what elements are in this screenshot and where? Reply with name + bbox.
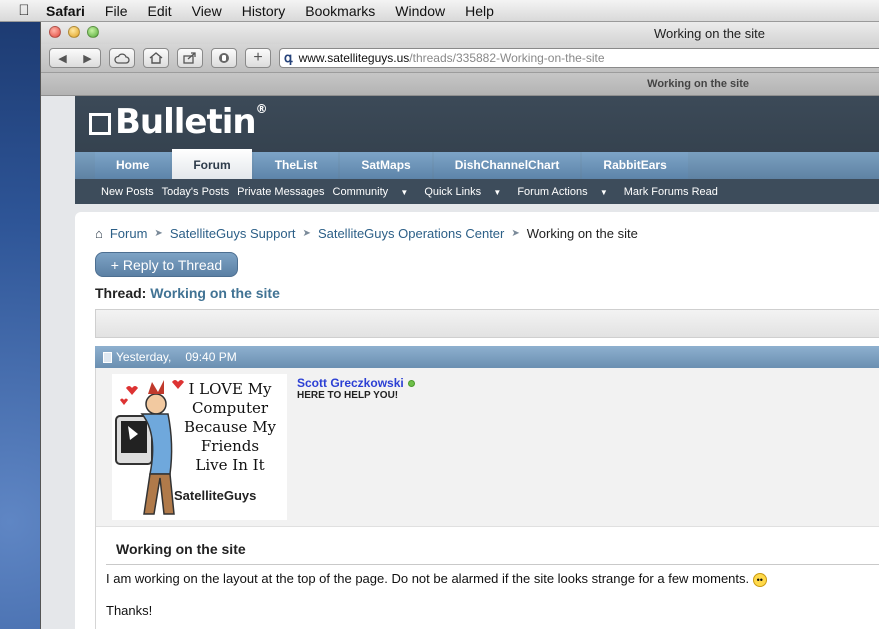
subnav-community[interactable]: Community ▼	[333, 186, 417, 198]
logo-check-icon	[89, 113, 111, 135]
online-status-icon	[407, 380, 415, 388]
sub-navigation: New Posts Today's Posts Private Messages…	[75, 179, 879, 204]
avatar-caption: I LOVE My Computer Because My Friends Li…	[183, 380, 277, 474]
tab-forum[interactable]: Forum	[172, 149, 252, 179]
tab-dishchannelchart[interactable]: DishChannelChart	[433, 152, 581, 179]
title-bar[interactable]: Working on the site	[41, 22, 879, 44]
menu-edit[interactable]: Edit	[147, 3, 171, 19]
nav-tabs: Home Forum TheList SatMaps DishChannelCh…	[95, 149, 690, 179]
apple-icon[interactable]: 	[14, 2, 34, 19]
vbulletin-logo[interactable]: Bulletin®	[89, 102, 268, 142]
forward-arrow-icon[interactable]: ▶	[83, 52, 91, 65]
back-forward-buttons[interactable]: ◀ ▶	[49, 48, 101, 68]
menu-app[interactable]: Safari	[46, 3, 85, 19]
browser-window: Working on the site ◀ ▶ + գ www.satellit…	[40, 22, 879, 629]
post-date: Yesterday,	[116, 350, 172, 364]
menu-window[interactable]: Window	[395, 3, 445, 19]
thread-tools-bar	[95, 309, 879, 338]
share-button[interactable]	[177, 48, 203, 68]
menu-bar:  Safari File Edit View History Bookmark…	[0, 0, 879, 22]
tab-thelist[interactable]: TheList	[253, 152, 339, 179]
new-tab-button[interactable]: +	[245, 48, 271, 68]
url-path: /threads/335882-Working-on-the-site	[409, 51, 605, 65]
cloud-icon	[114, 52, 130, 64]
breadcrumb-separator-icon: ➤	[154, 228, 163, 239]
post-header: Yesterday, 09:40 PM	[95, 346, 879, 368]
subnav-new-posts[interactable]: New Posts	[101, 186, 154, 198]
site-header: Bulletin® Home Forum TheList SatMaps Dis…	[75, 96, 879, 204]
chevron-down-icon: ▼	[491, 187, 502, 197]
post-thanks: Thanks!	[106, 603, 153, 618]
url-host: www.satelliteguys.us	[298, 51, 410, 65]
main-content: ⌂ Forum ➤ SatelliteGuys Support ➤ Satell…	[75, 212, 879, 629]
post-text: I am working on the layout at the top of…	[106, 571, 767, 587]
share-icon	[183, 52, 196, 64]
menu-view[interactable]: View	[192, 3, 222, 19]
adblock-button[interactable]	[211, 48, 237, 68]
smiley-icon: ••	[752, 572, 767, 587]
reply-to-thread-button[interactable]: + Reply to Thread	[95, 252, 238, 277]
avatar[interactable]: I LOVE My Computer Because My Friends Li…	[112, 374, 287, 520]
chevron-down-icon: ▼	[398, 187, 409, 197]
desktop-background	[0, 22, 40, 629]
chevron-down-icon: ▼	[597, 187, 608, 197]
menu-file[interactable]: File	[105, 3, 128, 19]
menu-help[interactable]: Help	[465, 3, 494, 19]
site-favicon-icon: գ	[284, 50, 293, 65]
subnav-mark-forums-read[interactable]: Mark Forums Read	[624, 186, 718, 198]
post-time: 09:40 PM	[185, 350, 237, 364]
home-icon	[149, 52, 163, 64]
icloud-button[interactable]	[109, 48, 135, 68]
window-title: Working on the site	[653, 26, 765, 41]
breadcrumb-forum[interactable]: Forum	[110, 226, 148, 241]
home-icon[interactable]: ⌂	[95, 226, 103, 241]
post-divider	[106, 564, 879, 565]
breadcrumb: ⌂ Forum ➤ SatelliteGuys Support ➤ Satell…	[95, 226, 638, 241]
post-username[interactable]: Scott Greczkowski	[297, 376, 415, 390]
tab-current[interactable]: Working on the site	[647, 78, 749, 90]
tab-home[interactable]: Home	[95, 152, 171, 179]
back-arrow-icon[interactable]: ◀	[58, 52, 66, 65]
tab-bar: Working on the site	[41, 72, 879, 96]
tab-rabbitears[interactable]: RabbitEars	[582, 152, 688, 179]
document-icon	[103, 351, 112, 363]
user-title: HERE TO HELP YOU!	[297, 390, 399, 401]
thread-title-link[interactable]: Working on the site	[150, 285, 280, 301]
avatar-brand: SatelliteGuys	[174, 488, 257, 503]
breadcrumb-current: Working on the site	[526, 226, 638, 241]
breadcrumb-operations-center[interactable]: SatelliteGuys Operations Center	[318, 226, 504, 241]
home-button[interactable]	[143, 48, 169, 68]
web-page: Bulletin® Home Forum TheList SatMaps Dis…	[41, 96, 879, 629]
post: I LOVE My Computer Because My Friends Li…	[95, 368, 879, 629]
breadcrumb-support[interactable]: SatelliteGuys Support	[170, 226, 296, 241]
hand-stop-icon	[219, 53, 229, 63]
plus-icon: +	[253, 49, 263, 66]
thread-title: Thread: Working on the site	[95, 285, 280, 301]
address-bar[interactable]: գ www.satelliteguys.us/threads/335882-Wo…	[279, 48, 879, 68]
browser-toolbar: ◀ ▶ + գ www.satelliteguys.us/threads/335…	[41, 44, 879, 72]
post-content: Working on the site I am working on the …	[96, 526, 879, 629]
tab-satmaps[interactable]: SatMaps	[340, 152, 432, 179]
breadcrumb-separator-icon: ➤	[511, 228, 520, 239]
subnav-forum-actions[interactable]: Forum Actions ▼	[517, 186, 615, 198]
breadcrumb-separator-icon: ➤	[302, 228, 311, 239]
subnav-todays-posts[interactable]: Today's Posts	[162, 186, 230, 198]
subnav-private-messages[interactable]: Private Messages	[237, 186, 324, 198]
menu-bookmarks[interactable]: Bookmarks	[305, 3, 375, 19]
subnav-quick-links[interactable]: Quick Links ▼	[424, 186, 509, 198]
menu-history[interactable]: History	[242, 3, 286, 19]
post-title: Working on the site	[116, 541, 246, 557]
